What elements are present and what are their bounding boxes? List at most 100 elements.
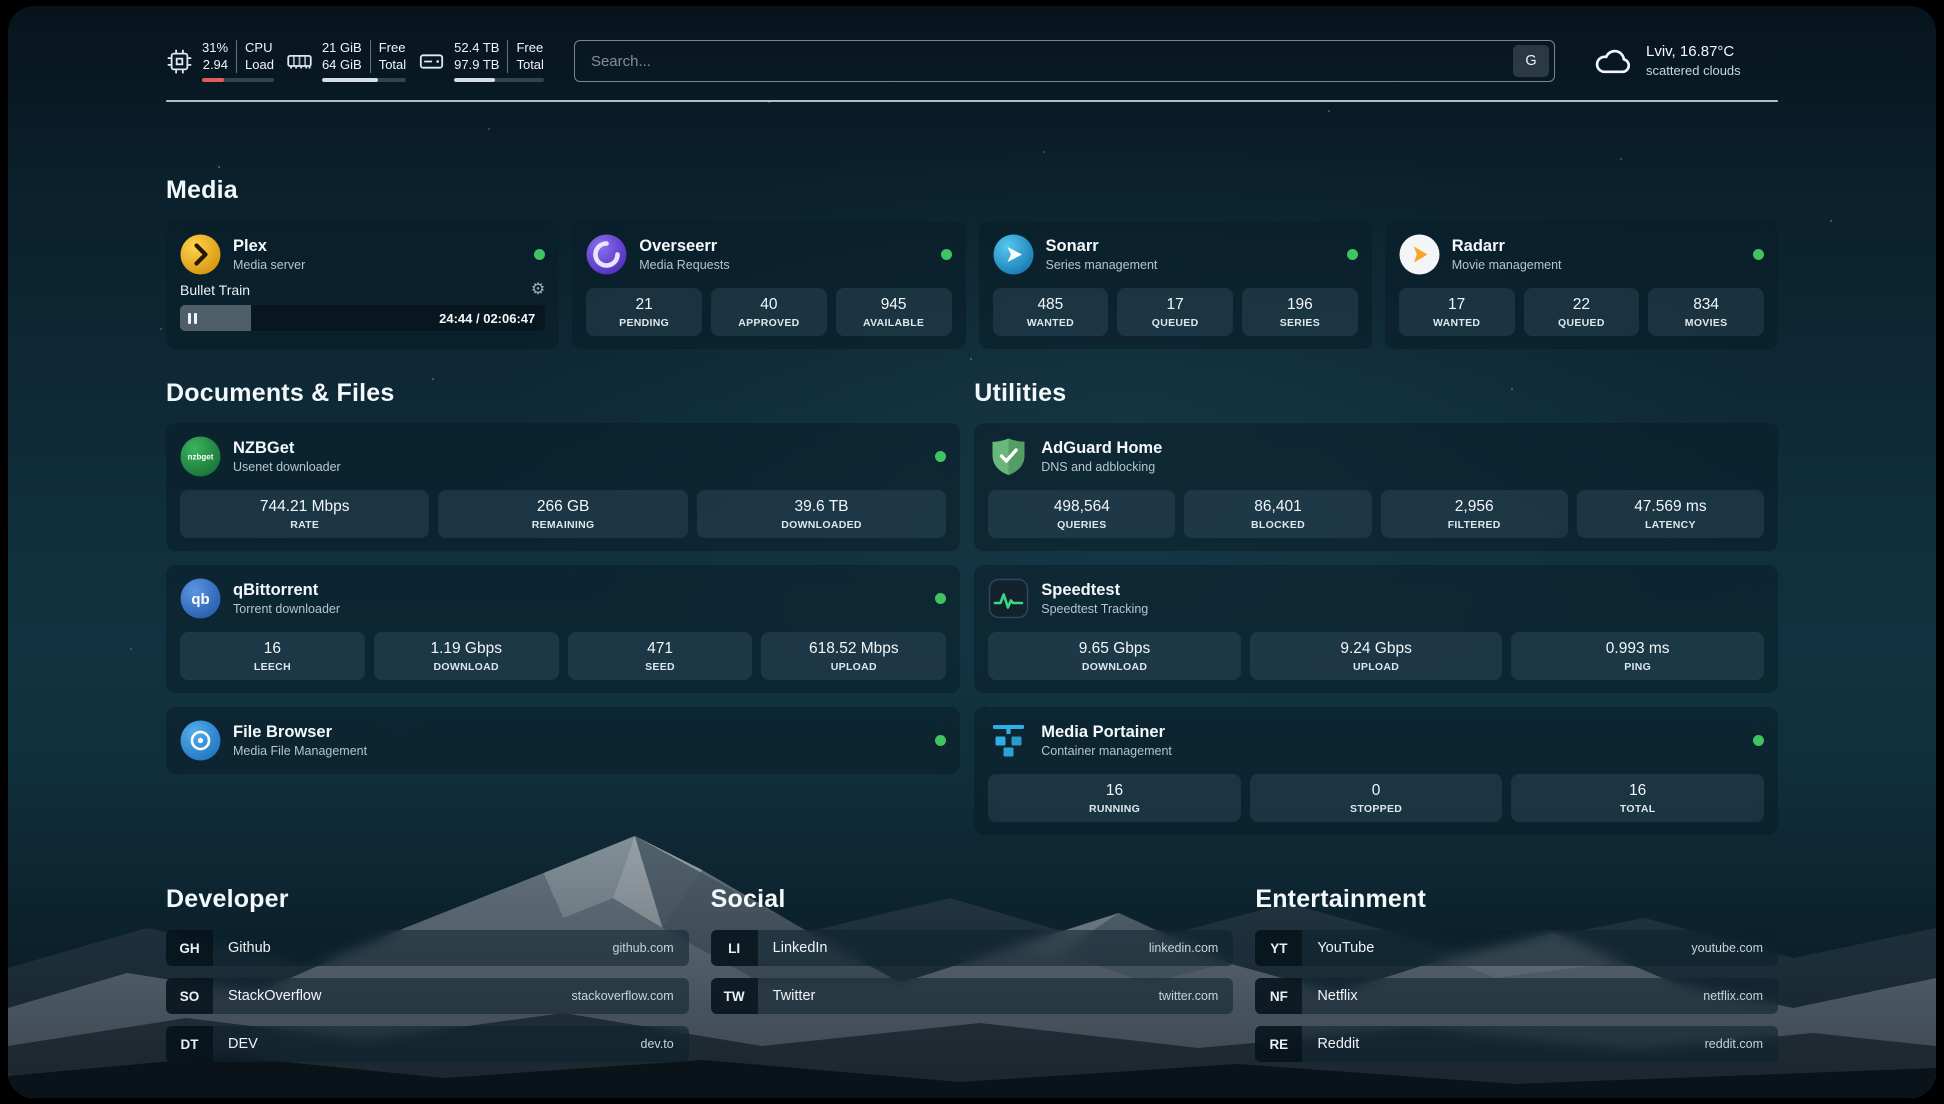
overseerr-icon	[586, 234, 627, 275]
app-subtitle: DNS and adblocking	[1041, 459, 1764, 476]
bookmark-abbr: DT	[166, 1026, 213, 1062]
nzbget-icon: nzbget	[180, 436, 221, 477]
stat-box: 40APPROVED	[711, 288, 827, 336]
bookmark-abbr: LI	[711, 930, 758, 966]
search-input[interactable]	[591, 53, 1513, 70]
stat-box: 9.24 GbpsUPLOAD	[1250, 632, 1503, 680]
settings-gear-icon[interactable]: ⚙	[531, 282, 545, 298]
stat-box: 16TOTAL	[1511, 774, 1764, 822]
bookmark-reddit[interactable]: RE Reddit reddit.com	[1255, 1026, 1778, 1062]
bookmark-abbr: RE	[1255, 1026, 1302, 1062]
memory-label: Free	[379, 40, 406, 57]
bookmarks-entertainment: Entertainment YT YouTube youtube.com NF …	[1255, 885, 1778, 1062]
stat-box: 2,956FILTERED	[1381, 490, 1568, 538]
app-card-filebrowser[interactable]: File Browser Media File Management	[166, 707, 960, 774]
storage-label: Free	[516, 40, 543, 57]
bookmark-url: dev.to	[641, 1026, 689, 1062]
status-dot	[941, 249, 952, 260]
cpu-icon	[166, 48, 193, 75]
bookmark-name: Netflix	[1302, 978, 1357, 1014]
app-name: File Browser	[233, 722, 923, 743]
bookmark-dev[interactable]: DT DEV dev.to	[166, 1026, 689, 1062]
search-bar[interactable]: G	[574, 40, 1555, 82]
app-card-qbittorrent[interactable]: qb qBittorrent Torrent downloader 16LEEC…	[166, 565, 960, 693]
app-card-overseerr[interactable]: Overseerr Media Requests 21PENDING 40APP…	[572, 221, 965, 349]
stat-box: 471SEED	[568, 632, 753, 680]
app-card-speedtest[interactable]: Speedtest Speedtest Tracking 9.65 GbpsDO…	[974, 565, 1778, 693]
storage-free: 52.4 TB	[454, 40, 499, 57]
app-name: NZBGet	[233, 438, 923, 459]
app-card-portainer[interactable]: Media Portainer Container management 16R…	[974, 707, 1778, 835]
app-card-radarr[interactable]: Radarr Movie management 17WANTED 22QUEUE…	[1385, 221, 1778, 349]
app-subtitle: Torrent downloader	[233, 601, 923, 618]
app-card-sonarr[interactable]: Sonarr Series management 485WANTED 17QUE…	[979, 221, 1372, 349]
app-name: qBittorrent	[233, 580, 923, 601]
ram-icon	[286, 48, 313, 75]
stat-box: 21PENDING	[586, 288, 702, 336]
portainer-icon	[988, 720, 1029, 761]
stat-box: 16RUNNING	[988, 774, 1241, 822]
bookmark-youtube[interactable]: YT YouTube youtube.com	[1255, 930, 1778, 966]
playback-time: 24:44 / 02:06:47	[439, 311, 535, 326]
app-subtitle: Container management	[1041, 743, 1741, 760]
svg-text:qb: qb	[191, 591, 209, 608]
stat-box: 16LEECH	[180, 632, 365, 680]
cpu-label2: Load	[245, 57, 274, 74]
app-card-adguard[interactable]: AdGuard Home DNS and adblocking 498,564Q…	[974, 423, 1778, 551]
app-name: AdGuard Home	[1041, 438, 1764, 459]
bookmark-abbr: TW	[711, 978, 758, 1014]
bookmark-twitter[interactable]: TW Twitter twitter.com	[711, 978, 1234, 1014]
stat-box: 17WANTED	[1399, 288, 1515, 336]
media-grid: Plex Media server Bullet Train ⚙ 24:44 /…	[166, 221, 1778, 349]
stat-box: 834MOVIES	[1648, 288, 1764, 336]
section-title-entertainment: Entertainment	[1255, 885, 1778, 914]
section-title-utilities: Utilities	[974, 379, 1778, 408]
stat-box: 39.6 TBDOWNLOADED	[697, 490, 946, 538]
pause-button[interactable]	[188, 313, 197, 324]
top-bar: 31% 2.94 CPU Load	[166, 6, 1778, 82]
app-subtitle: Media server	[233, 257, 522, 274]
bookmark-url: github.com	[613, 930, 689, 966]
app-card-plex[interactable]: Plex Media server Bullet Train ⚙ 24:44 /…	[166, 221, 559, 349]
storage-total: 97.9 TB	[454, 57, 499, 74]
filebrowser-icon	[180, 720, 221, 761]
status-dot	[534, 249, 545, 260]
bookmark-url: stackoverflow.com	[572, 978, 689, 1014]
section-title-media: Media	[166, 176, 1778, 205]
app-subtitle: Media File Management	[233, 743, 923, 760]
radarr-icon	[1399, 234, 1440, 275]
search-engine-button[interactable]: G	[1513, 45, 1549, 77]
stat-box: 266 GBREMAINING	[438, 490, 687, 538]
app-name: Radarr	[1452, 236, 1741, 257]
bookmark-linkedin[interactable]: LI LinkedIn linkedin.com	[711, 930, 1234, 966]
app-name: Media Portainer	[1041, 722, 1741, 743]
now-playing-title: Bullet Train	[180, 282, 531, 298]
status-dot	[1347, 249, 1358, 260]
playback-progress-bar[interactable]: 24:44 / 02:06:47	[180, 305, 545, 331]
app-subtitle: Media Requests	[639, 257, 928, 274]
utilities-column: Utilities AdGuard Home	[974, 379, 1778, 835]
bookmark-name: YouTube	[1302, 930, 1374, 966]
app-subtitle: Usenet downloader	[233, 459, 923, 476]
disk-icon	[418, 48, 445, 75]
weather-location-temp: Lviv, 16.87°C	[1646, 42, 1741, 62]
bookmarks-social: Social LI LinkedIn linkedin.com TW Twitt…	[711, 885, 1234, 1062]
section-title-social: Social	[711, 885, 1234, 914]
bookmark-github[interactable]: GH Github github.com	[166, 930, 689, 966]
header-divider	[166, 100, 1778, 102]
bookmark-name: Twitter	[758, 978, 816, 1014]
app-name: Overseerr	[639, 236, 928, 257]
app-card-nzbget[interactable]: nzbget NZBGet Usenet downloader 744.21 M…	[166, 423, 960, 551]
bookmark-url: netflix.com	[1703, 978, 1778, 1014]
storage-usage-bar	[454, 78, 544, 82]
weather-widget: Lviv, 16.87°C scattered clouds	[1593, 41, 1778, 81]
stat-box: 945AVAILABLE	[836, 288, 952, 336]
sonarr-icon	[993, 234, 1034, 275]
bookmark-stackoverflow[interactable]: SO StackOverflow stackoverflow.com	[166, 978, 689, 1014]
stat-box: 498,564QUERIES	[988, 490, 1175, 538]
stat-box: 0.993 msPING	[1511, 632, 1764, 680]
bookmark-netflix[interactable]: NF Netflix netflix.com	[1255, 978, 1778, 1014]
status-dot	[1753, 735, 1764, 746]
bookmark-url: youtube.com	[1691, 930, 1778, 966]
bookmarks-developer: Developer GH Github github.com SO StackO…	[166, 885, 689, 1062]
